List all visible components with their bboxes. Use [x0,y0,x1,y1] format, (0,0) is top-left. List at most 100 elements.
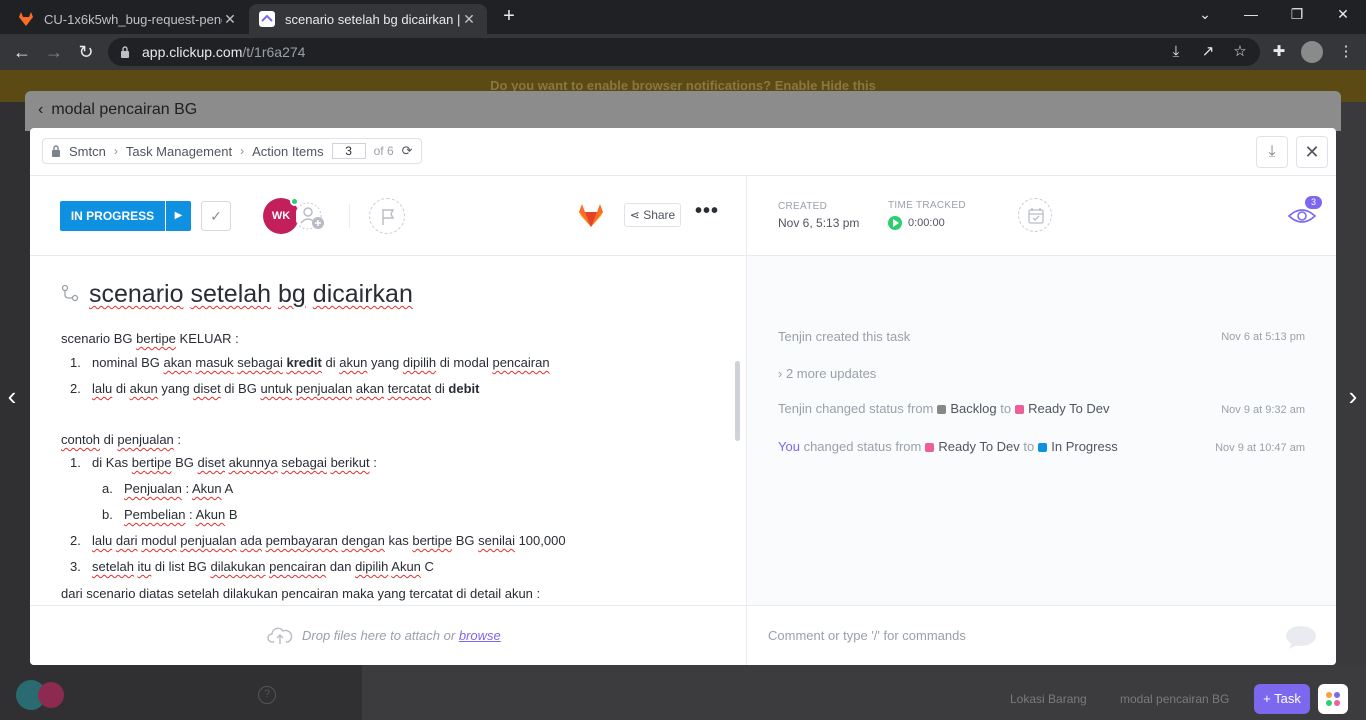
close-tab-icon[interactable]: ✕ [222,11,238,28]
more-options-icon[interactable]: ••• [695,201,719,226]
calendar-icon [1028,208,1044,224]
due-date-button[interactable] [1018,198,1052,232]
complete-button[interactable]: ✓ [201,201,231,231]
page-number-input[interactable]: 3 [331,143,366,159]
status-chip-ready [1015,405,1025,415]
restore-icon[interactable]: ❐ [1286,6,1308,26]
time-tracked-value: 0:00:00 [908,217,945,229]
browser-menu-icon[interactable]: ⋮ [1336,42,1356,62]
dropzone-text: Drop files here to attach or browse [302,628,501,643]
browser-tab[interactable]: CU-1x6k5wh_bug-request-pengi ✕ [8,4,248,34]
next-task-arrow-icon[interactable]: › [1341,378,1365,414]
chat-bubble-icon[interactable] [1285,624,1317,650]
scrollbar[interactable] [735,361,740,441]
time-tracker[interactable]: 0:00:00 [888,215,945,230]
parent-task-link[interactable]: ‹ modal pencairan BG [38,101,197,119]
status-chip-ready [925,443,935,453]
close-modal-button[interactable]: ✕ [1296,136,1328,168]
profile-avatar[interactable] [1301,41,1323,63]
apps-grid-button[interactable] [1318,684,1348,714]
tab-search-icon[interactable]: ⌄ [1194,6,1216,26]
list-number: 1. [70,455,81,470]
breadcrumb-list[interactable]: Action Items [252,144,324,159]
apps-grid-icon [1326,692,1340,706]
background-chip: Lokasi Barang [1010,692,1087,706]
breadcrumb: Smtcn › Task Management › Action Items 3… [42,138,422,164]
task-meta: CREATED Nov 6, 5:13 pm TIME TRACKED 0:00… [747,176,1336,256]
task-modal: Smtcn › Task Management › Action Items 3… [30,128,1336,665]
status-button[interactable]: IN PROGRESS [60,201,165,231]
bookmark-star-icon[interactable]: ☆ [1230,42,1250,62]
open-link-icon[interactable]: ⟳ [402,143,413,159]
previous-task-arrow-icon[interactable]: ‹ [0,378,24,414]
gitlab-icon[interactable] [577,201,605,229]
list-item: Pembelian : Akun B [124,507,238,522]
breadcrumb-folder[interactable]: Task Management [126,144,232,159]
more-updates-toggle[interactable]: › 2 more updates [778,366,876,381]
browser-tab-active[interactable]: scenario setelah bg dicairkan | #1 ✕ [249,4,487,34]
chevron-right-icon: › [113,144,118,158]
new-tab-icon[interactable]: + [499,6,519,26]
back-icon[interactable]: ← [10,40,34,64]
status-name: Backlog [950,401,997,416]
new-task-label: Task [1274,691,1301,706]
parent-task-bar [25,91,1341,131]
status-chip-in-progress [1038,443,1048,453]
activity-panel: CREATED Nov 6, 5:13 pm TIME TRACKED 0:00… [747,176,1336,605]
chevron-right-icon: › [240,144,245,158]
description-paragraph: dari scenario diatas setelah dilakukan p… [61,586,541,601]
user-avatar[interactable] [38,682,64,708]
download-button[interactable]: ⤓ [1256,136,1288,168]
browser-tab-title: scenario setelah bg dicairkan | #1 [285,11,461,27]
list-number: 2. [70,381,81,396]
more-updates-label: 2 more updates [785,366,877,381]
new-task-button[interactable]: + Task [1254,684,1310,714]
close-window-icon[interactable]: ✕ [1332,6,1354,26]
next-status-button[interactable]: ▶ [166,201,191,231]
list-item: setelah itu di list BG dilakukan pencair… [92,559,434,574]
list-item: lalu di akun yang diset di BG untuk penj… [92,381,480,396]
activity-verb: changed status from [803,439,922,454]
close-tab-icon[interactable]: ✕ [461,11,477,28]
chevron-right-icon: › [778,366,783,381]
extensions-icon[interactable]: ✚ [1269,42,1289,62]
task-title[interactable]: scenario setelah bg dicairkan [89,280,413,309]
breadcrumb-space[interactable]: Smtcn [69,144,106,159]
modal-header: Smtcn › Task Management › Action Items 3… [30,128,1336,176]
status-name: Ready To Dev [1028,401,1110,416]
check-icon: ✓ [210,208,222,224]
share-page-icon[interactable]: ↗ [1198,42,1218,62]
share-button[interactable]: ⋖ Share [624,203,681,227]
url-host: app.clickup.com [142,44,243,60]
description-paragraph: contoh di penjualan : [61,432,182,447]
gitlab-favicon-icon [19,12,33,26]
address-bar[interactable]: app.clickup.com/t/1r6a274 [108,38,1260,66]
help-icon[interactable]: ? [258,686,276,704]
background-chip: modal pencairan BG [1120,692,1230,706]
upload-cloud-icon [267,627,293,644]
browse-link[interactable]: browse [459,628,501,643]
comment-placeholder: Comment or type '/' for commands [768,628,966,643]
list-item: nominal BG akan masuk sebagai kredit di … [92,355,550,370]
comment-box[interactable]: Comment or type '/' for commands [747,605,1336,665]
play-icon[interactable] [888,215,902,230]
watchers-count-badge: 3 [1305,196,1322,209]
attachment-dropzone[interactable]: Drop files here to attach or browse [30,605,747,665]
reload-icon[interactable]: ↻ [74,40,98,64]
activity-verb: changed status from [815,401,934,416]
priority-button[interactable] [369,198,405,234]
forward-icon[interactable]: → [42,40,66,64]
lock-icon [52,145,60,157]
clickup-favicon-icon [259,11,275,27]
install-icon[interactable]: ⤓ [1166,42,1186,62]
status-chip-backlog [937,405,947,415]
list-item: Penjualan : Akun A [124,481,234,496]
browser-tab-bar: CU-1x6k5wh_bug-request-pengi ✕ scenario … [0,0,1366,34]
list-letter: b. [102,507,113,522]
created-label: CREATED [778,201,828,212]
close-icon: ✕ [1304,142,1320,162]
chevron-left-icon: ‹ [38,101,44,118]
flag-icon [382,209,395,225]
minimize-icon[interactable]: — [1240,6,1262,26]
add-assignee-icon[interactable] [296,198,328,234]
